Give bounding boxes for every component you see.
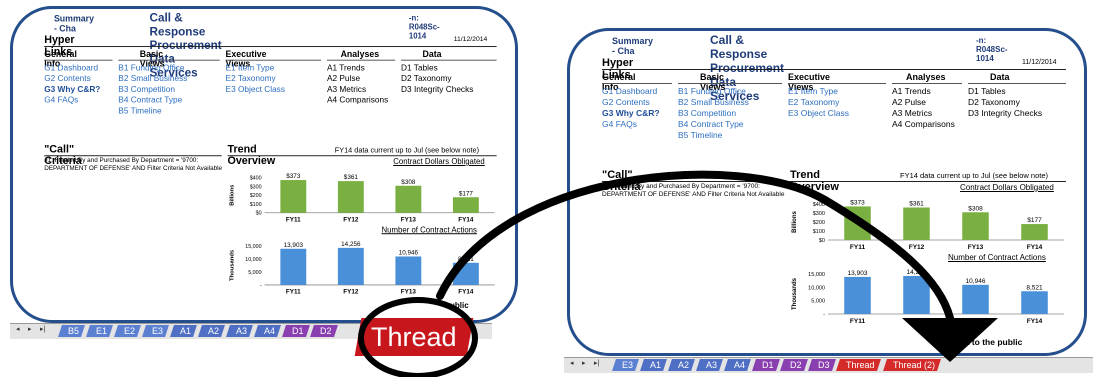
highlight-circle xyxy=(358,297,478,377)
arrow-head xyxy=(902,318,998,362)
annotation-overlay xyxy=(358,170,998,377)
curved-arrow xyxy=(436,170,954,322)
